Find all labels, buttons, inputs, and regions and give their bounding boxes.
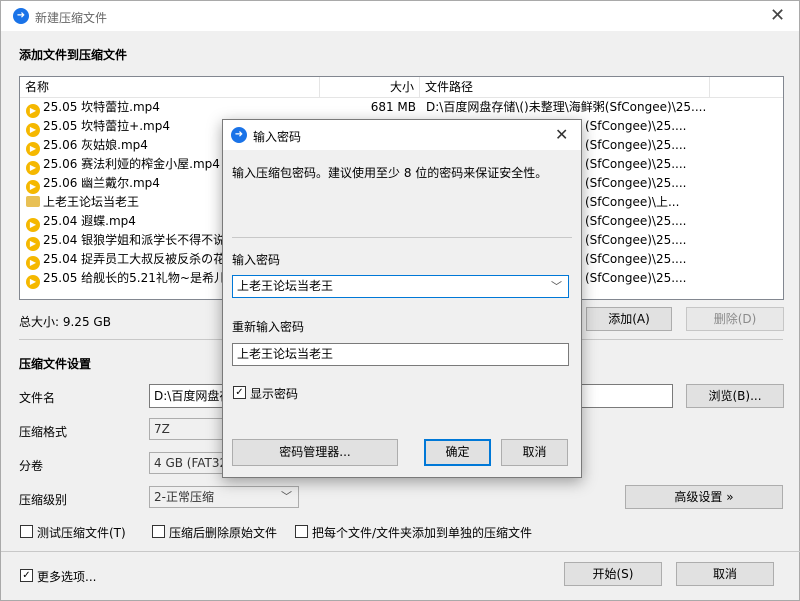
add-button[interactable]: 添加(A) [586, 307, 672, 331]
media-file-icon: ▶ [26, 180, 40, 194]
delete-button[interactable]: 删除(D) [686, 307, 784, 331]
media-file-icon: ▶ [26, 142, 40, 156]
file-name: 25.05 给舰长的5.21礼物~是希儿 [43, 271, 226, 285]
main-cancel-button[interactable]: 取消 [676, 562, 774, 586]
file-name: 25.06 灰姑娘.mp4 [43, 138, 148, 152]
password-manager-button[interactable]: 密码管理器... [232, 439, 398, 466]
file-name: 25.05 坎特蕾拉+.mp4 [43, 119, 170, 133]
password-value: 上老王论坛当老王 [237, 279, 334, 293]
file-path: (SfCongee)\25.... [585, 157, 687, 171]
password-label: 输入密码 [232, 253, 281, 267]
file-name: 25.04 遐蝶.mp4 [43, 214, 136, 228]
file-path: (SfCongee)\25.... [585, 176, 687, 190]
total-size-label: 总大小: 9.25 GB [19, 315, 111, 329]
add-files-heading: 添加文件到压缩文件 [19, 48, 128, 62]
dialog-title: 输入密码 [253, 130, 302, 144]
file-name: 25.04 捉弄员工大叔反被反杀の花 [43, 252, 226, 266]
file-row[interactable]: ▶ 25.05 坎特蕾拉.mp4 681 MB D:\百度网盘存储\()未整理\海鲜粥… [20, 98, 783, 118]
file-name-cell: ▶ 25.05 坎特蕾拉.mp4 [26, 98, 316, 118]
file-path: D:\百度网盘存储\()未整理\海鲜粥(SfCongee)\25.... [426, 100, 706, 114]
separate-archives-label: 把每个文件/文件夹添加到单独的压缩文件 [312, 526, 533, 540]
delete-after-checkbox[interactable] [152, 525, 165, 538]
filename-label: 文件名 [19, 391, 56, 405]
more-options-checkbox[interactable]: ✓ [20, 569, 33, 582]
file-path: (SfCongee)\25.... [585, 119, 687, 133]
column-name[interactable]: 名称 [20, 77, 320, 97]
dialog-titlebar: ➜ 输入密码 ✕ [223, 120, 581, 150]
media-file-icon: ▶ [26, 104, 40, 118]
show-password-checkbox[interactable]: ✓ [233, 386, 246, 399]
media-file-icon: ▶ [26, 218, 40, 232]
advanced-settings-button[interactable]: 高级设置 » [625, 485, 783, 509]
reenter-password-input[interactable]: 上老王论坛当老王 [232, 343, 569, 366]
main-titlebar: ➜ 新建压缩文件 ✕ [1, 1, 799, 31]
footer-divider [1, 551, 800, 552]
file-name: 25.06 赛法利娅的榨金小屋.mp4 [43, 157, 220, 171]
format-label: 压缩格式 [19, 425, 68, 439]
media-file-icon: ▶ [26, 237, 40, 251]
file-size: 681 MB [370, 100, 416, 114]
delete-after-label: 压缩后删除原始文件 [169, 526, 278, 540]
file-name: 上老王论坛当老王 [43, 195, 140, 209]
dialog-description: 输入压缩包密码。建议使用至少 8 位的密码来保证安全性。 [232, 166, 548, 180]
file-path: (SfCongee)\25.... [585, 271, 687, 285]
test-archive-label: 测试压缩文件(T) [37, 526, 126, 540]
level-label: 压缩级别 [19, 493, 68, 507]
format-value: 7Z [154, 422, 170, 436]
dialog-logo-icon: ➜ [231, 127, 247, 143]
file-path: (SfCongee)\25.... [585, 252, 687, 266]
media-file-icon: ▶ [26, 161, 40, 175]
column-size[interactable]: 大小 [320, 77, 420, 97]
volume-label: 分卷 [19, 459, 44, 473]
file-name: 25.04 银狼学姐和派学长不得不说 [43, 233, 226, 247]
reenter-label: 重新输入密码 [232, 320, 305, 334]
file-name: 25.05 坎特蕾拉.mp4 [43, 100, 160, 114]
more-options-label: 更多选项... [37, 570, 97, 584]
close-icon[interactable]: ✕ [770, 5, 785, 26]
file-list-header: 名称 大小 文件路径 [20, 77, 783, 98]
file-path: (SfCongee)\25.... [585, 138, 687, 152]
media-file-icon: ▶ [26, 275, 40, 289]
chevron-down-icon: ﹀ [281, 490, 292, 503]
media-file-icon: ▶ [26, 256, 40, 270]
password-dialog: ➜ 输入密码 ✕ 输入压缩包密码。建议使用至少 8 位的密码来保证安全性。 输入… [222, 119, 582, 478]
separate-archives-checkbox[interactable] [295, 525, 308, 538]
media-file-icon: ▶ [26, 123, 40, 137]
file-name: 25.06 幽兰戴尔.mp4 [43, 176, 160, 190]
show-password-label: 显示密码 [250, 387, 299, 401]
dialog-divider [232, 237, 572, 238]
file-path: (SfCongee)\上... [585, 195, 680, 209]
level-value: 2-正常压缩 [154, 490, 214, 504]
file-path: (SfCongee)\25.... [585, 233, 687, 247]
password-input[interactable]: 上老王论坛当老王 ﹀ [232, 275, 569, 298]
start-button[interactable]: 开始(S) [564, 562, 662, 586]
level-select[interactable]: 2-正常压缩 ﹀ [149, 486, 299, 508]
volume-value: 4 GB (FAT32 [154, 456, 228, 470]
app-logo-icon: ➜ [13, 8, 29, 24]
main-window-title: 新建压缩文件 [35, 11, 108, 25]
chevron-down-icon[interactable]: ﹀ [551, 276, 562, 297]
settings-heading: 压缩文件设置 [19, 357, 92, 371]
dialog-cancel-button[interactable]: 取消 [501, 439, 568, 466]
browse-button[interactable]: 浏览(B)... [686, 384, 784, 408]
dialog-close-icon[interactable]: ✕ [555, 125, 568, 144]
ok-button[interactable]: 确定 [424, 439, 491, 466]
folder-icon [26, 196, 40, 207]
column-path[interactable]: 文件路径 [420, 77, 710, 97]
test-archive-checkbox[interactable] [20, 525, 33, 538]
file-path: (SfCongee)\25.... [585, 214, 687, 228]
